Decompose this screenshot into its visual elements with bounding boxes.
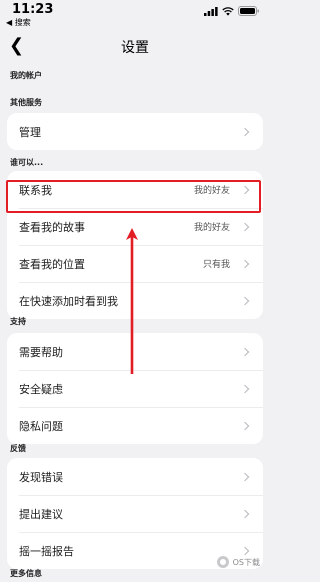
row-label: 查看我的故事 (19, 220, 85, 234)
chevron-right-icon (240, 222, 250, 231)
row-label: 隐私问题 (19, 419, 63, 433)
row-label: 提出建议 (19, 507, 63, 521)
battery-icon (238, 6, 259, 16)
settings-item-report-bug[interactable]: 发现错误 (7, 458, 263, 495)
row-value: 我的好友 (193, 223, 230, 233)
chevron-right-icon (240, 347, 250, 356)
page-title: 设置 (121, 40, 149, 56)
watermark-logo-icon (216, 556, 229, 568)
row-label: 摇一摇报告 (19, 544, 74, 558)
settings-item-manage[interactable]: 管理 (7, 113, 263, 150)
row-label: 发现错误 (19, 470, 63, 484)
row-value: 只有我 (202, 260, 230, 270)
status-time: 11:23 (12, 2, 54, 17)
highlight-box (6, 180, 261, 213)
settings-item-privacy-question[interactable]: 隐私问题 (7, 407, 263, 444)
section-label-other-services: 其他服务 (10, 98, 42, 107)
chevron-right-icon (240, 421, 250, 430)
section-label-support: 支持 (10, 317, 26, 326)
wifi-icon (222, 6, 234, 16)
chevron-right-icon (240, 509, 250, 518)
chevron-right-icon (240, 296, 250, 305)
row-label: 管理 (19, 125, 41, 139)
section-label-my-account: 我的帐户 (10, 71, 42, 80)
chevron-right-icon (240, 384, 250, 393)
status-icons (204, 6, 260, 16)
other-services-card: 管理 (7, 113, 263, 150)
chevron-right-icon (240, 472, 250, 481)
chevron-right-icon (240, 546, 250, 555)
chevron-right-icon (240, 259, 250, 268)
nav-bar: ❮ 设置 (0, 30, 270, 64)
watermark: OS下载 (216, 556, 260, 568)
chevron-right-icon (240, 127, 250, 136)
feedback-card: 发现错误 提出建议 摇一摇报告 (7, 458, 263, 569)
row-label: 查看我的位置 (19, 257, 85, 271)
watermark-text: OS下载 (232, 557, 260, 567)
row-label: 安全疑虑 (19, 382, 63, 396)
status-bar: 11:23 ◀ 搜索 (0, 0, 270, 30)
section-label-feedback: 反馈 (10, 444, 26, 453)
status-back-to-search[interactable]: ◀ 搜索 (6, 17, 31, 28)
settings-item-suggestion[interactable]: 提出建议 (7, 495, 263, 532)
section-label-more-info: 更多信息 (10, 569, 42, 578)
annotation-arrow (126, 228, 138, 374)
signal-icon (204, 6, 218, 16)
section-label-who-can: 谁可以... (10, 158, 44, 167)
